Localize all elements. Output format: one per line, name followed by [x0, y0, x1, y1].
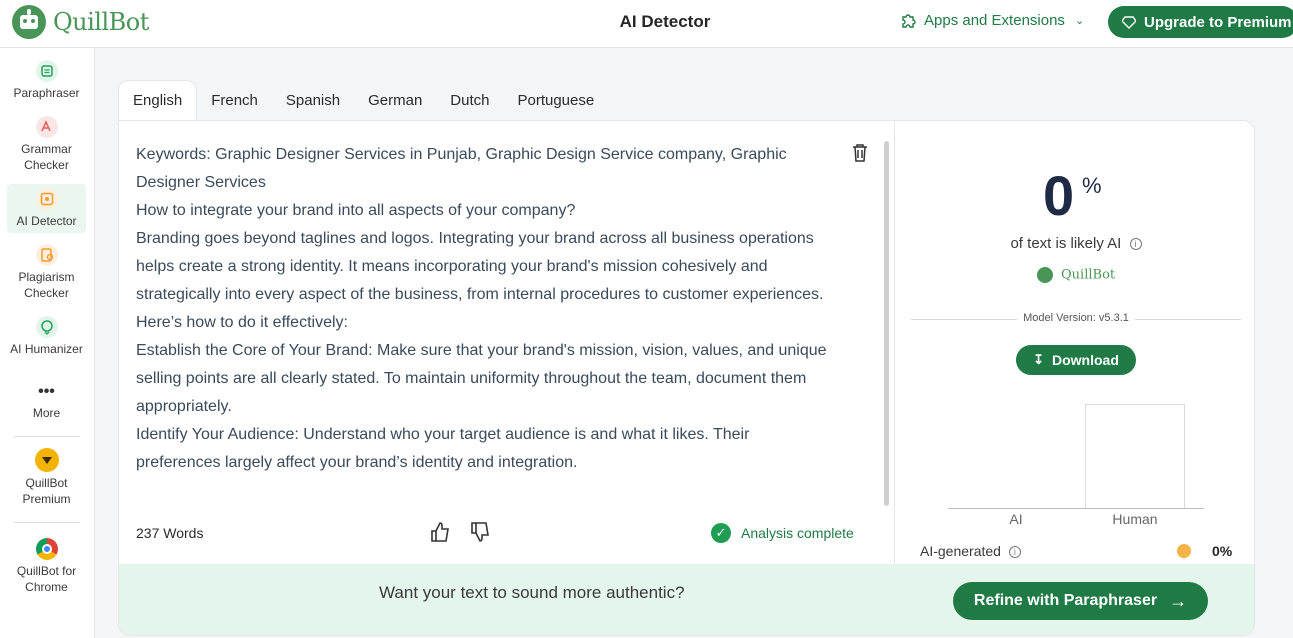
ai-generated-swatch [1177, 544, 1191, 558]
editor-scrollbar[interactable] [884, 141, 889, 506]
text-editor[interactable]: Keywords: Graphic Designer Services in P… [119, 121, 895, 564]
arrow-right-icon: → [1169, 590, 1188, 611]
quillbot-watermark-text: QuillBot [1061, 267, 1116, 283]
chart-axis [948, 508, 1204, 509]
download-button[interactable]: ↧ Download [1016, 345, 1136, 375]
editor-paragraph: Identify Your Audience: Understand who y… [136, 426, 750, 471]
likely-ai-label: of text is likely AI i [896, 235, 1254, 252]
ai-human-chart [946, 404, 1206, 514]
trash-icon[interactable] [851, 143, 869, 163]
percent-sign: % [1082, 173, 1102, 198]
editor-paragraph: Keywords: Graphic Designer Services in P… [136, 146, 787, 191]
tab-spanish[interactable]: Spanish [272, 80, 354, 120]
chevron-down-icon: ⌄ [1074, 15, 1085, 27]
top-bar: QuillBot AI Detector Apps and Extensions… [0, 0, 1293, 48]
ai-generated-label: AI-generated [920, 543, 1001, 559]
sidebar-item-quillbot-for-chrome[interactable]: QuillBot for Chrome [7, 538, 86, 595]
sidebar-item-plagiarism-checker[interactable]: Plagiarism Checker [7, 244, 86, 301]
ai-generated-row: AI-generated i [920, 543, 1021, 559]
quillbot-logo[interactable]: QuillBot [12, 5, 149, 39]
page-title: AI Detector [619, 12, 711, 31]
brand-name: QuillBot [53, 8, 149, 36]
sidebar-divider [14, 436, 80, 437]
sidebar-item-ai-humanizer[interactable]: AI Humanizer [7, 316, 86, 357]
sidebar-item-grammar-checker[interactable]: Grammar Checker [7, 116, 86, 173]
tab-german[interactable]: German [354, 80, 436, 120]
tab-portuguese[interactable]: Portuguese [503, 80, 608, 120]
info-icon[interactable]: i [1008, 546, 1021, 559]
download-label: Download [1052, 352, 1119, 368]
sidebar-item-label: More [32, 406, 61, 420]
sidebar-item-label: Paraphraser [13, 86, 80, 100]
thumbs-up-icon[interactable] [429, 521, 451, 543]
puzzle-icon [902, 13, 916, 28]
apps-and-extensions-menu[interactable]: Apps and Extensions ⌄ [900, 12, 1084, 29]
sidebar-item-ai-detector[interactable]: AI Detector [7, 184, 86, 233]
download-icon: ↧ [1033, 352, 1044, 367]
editor-paragraph: How to integrate your brand into all asp… [136, 202, 576, 219]
chrome-icon [35, 538, 58, 560]
refine-with-paraphraser-button[interactable]: Refine with Paraphraser → [953, 582, 1208, 620]
info-icon[interactable]: i [1129, 238, 1142, 251]
check-circle-icon: ✓ [711, 523, 731, 543]
chart-bar-human [1085, 404, 1185, 508]
apps-label: Apps and Extensions [924, 12, 1065, 29]
refine-banner: Want your text to sound more authentic? … [119, 564, 1254, 635]
model-version-text: Model Version: v5.3.1 [1017, 312, 1135, 324]
thumbs-down-icon[interactable] [469, 521, 491, 543]
editor-paragraph: Establish the Core of Your Brand: Make s… [136, 342, 827, 415]
chart-label-human: Human [1112, 511, 1158, 527]
sidebar-item-more[interactable]: ••• More [7, 383, 86, 421]
ai-generated-value: 0% [1212, 543, 1233, 559]
ai-percentage: 0 [1043, 164, 1074, 227]
sidebar-item-label: AI Detector [16, 214, 77, 228]
more-icon: ••• [38, 383, 55, 400]
quillbot-watermark: QuillBot [896, 267, 1254, 283]
editor-paragraph: Branding goes beyond taglines and logos.… [136, 230, 824, 303]
quillbot-mini-logo-icon [1036, 267, 1053, 283]
sidebar-divider [14, 522, 80, 523]
result-panel: 0 % of text is likely AI i QuillBot Mode… [896, 121, 1254, 564]
refine-button-label: Refine with Paraphraser [973, 592, 1158, 609]
plagiarism-checker-icon [35, 244, 58, 266]
sidebar-item-label: AI Humanizer [10, 342, 83, 356]
quillbot-logo-icon [12, 5, 46, 39]
sidebar-item-label: QuillBot for Chrome [16, 564, 77, 594]
sidebar-item-label: QuillBot Premium [22, 476, 71, 506]
editor-text-area[interactable]: Keywords: Graphic Designer Services in P… [136, 141, 836, 477]
word-count: 237 Words [136, 525, 204, 541]
editor-paragraph: Here’s how to do it effectively: [136, 314, 348, 331]
banner-text: Want your text to sound more authentic? [379, 583, 685, 602]
analysis-status: ✓ Analysis complete [711, 523, 854, 543]
sidebar-item-label: Grammar Checker [21, 142, 72, 172]
tab-dutch[interactable]: Dutch [436, 80, 503, 120]
paraphraser-icon [35, 60, 58, 82]
model-version: Model Version: v5.3.1 [896, 312, 1254, 324]
sidebar-item-label: Plagiarism Checker [18, 270, 75, 300]
sidebar: Paraphraser Grammar Checker AI Detector … [0, 48, 95, 638]
ai-detector-icon [35, 188, 58, 210]
diamond-icon [1122, 16, 1136, 29]
chart-label-ai: AI [1009, 511, 1023, 527]
upgrade-to-premium-button[interactable]: Upgrade to Premium [1108, 6, 1293, 38]
ai-humanizer-icon [35, 316, 58, 338]
tab-french[interactable]: French [197, 80, 272, 120]
tab-english[interactable]: English [118, 80, 198, 120]
likely-ai-text: of text is likely AI [1010, 235, 1122, 252]
upgrade-label: Upgrade to Premium [1144, 13, 1292, 31]
sidebar-item-paraphraser[interactable]: Paraphraser [7, 60, 86, 101]
grammar-checker-icon [35, 116, 58, 138]
premium-diamond-icon [34, 448, 59, 472]
detector-card: Keywords: Graphic Designer Services in P… [118, 120, 1255, 636]
sidebar-item-quillbot-premium[interactable]: QuillBot Premium [7, 448, 86, 507]
analysis-status-text: Analysis complete [741, 525, 854, 541]
language-tabs: English French Spanish German Dutch Port… [118, 80, 608, 120]
